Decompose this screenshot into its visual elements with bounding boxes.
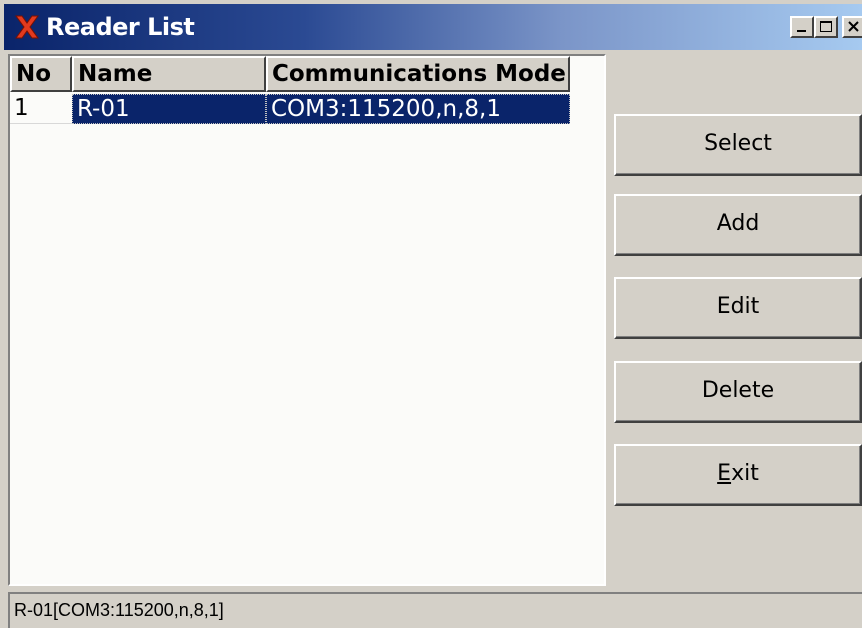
row-mode-cell: COM3:115200,n,8,1 [266,94,570,124]
minimize-icon [797,30,806,32]
list-header: No Name Communications Mode [10,56,570,92]
delete-button[interactable]: Delete [614,361,862,423]
minimize-button[interactable] [790,16,814,38]
select-button[interactable]: Select [614,114,862,176]
column-header-communications-mode[interactable]: Communications Mode [266,56,570,92]
maximize-icon [820,21,832,32]
close-button[interactable] [842,16,862,38]
exit-button[interactable]: Exit [614,444,862,506]
exit-label-rest: xit [731,461,759,486]
add-button[interactable]: Add [614,194,862,256]
maximize-button[interactable] [814,16,838,38]
title-bar[interactable]: Reader List [4,4,862,50]
reader-list[interactable]: No Name Communications Mode 1 R-01 COM3:… [8,54,606,586]
x-app-icon [15,15,39,39]
table-row[interactable]: 1 R-01 COM3:115200,n,8,1 [10,94,570,124]
edit-button[interactable]: Edit [614,277,862,339]
status-bar: R-01[COM3:115200,n,8,1] [8,592,862,628]
row-no-cell: 1 [10,94,72,124]
exit-mnemonic: E [717,461,732,486]
reader-list-window: Reader List No Name Communications Mode … [0,0,862,628]
window-title: Reader List [46,13,195,41]
column-header-name[interactable]: Name [72,56,266,92]
close-icon [848,21,859,32]
column-header-no[interactable]: No [10,56,72,92]
row-name-cell: R-01 [72,94,266,124]
